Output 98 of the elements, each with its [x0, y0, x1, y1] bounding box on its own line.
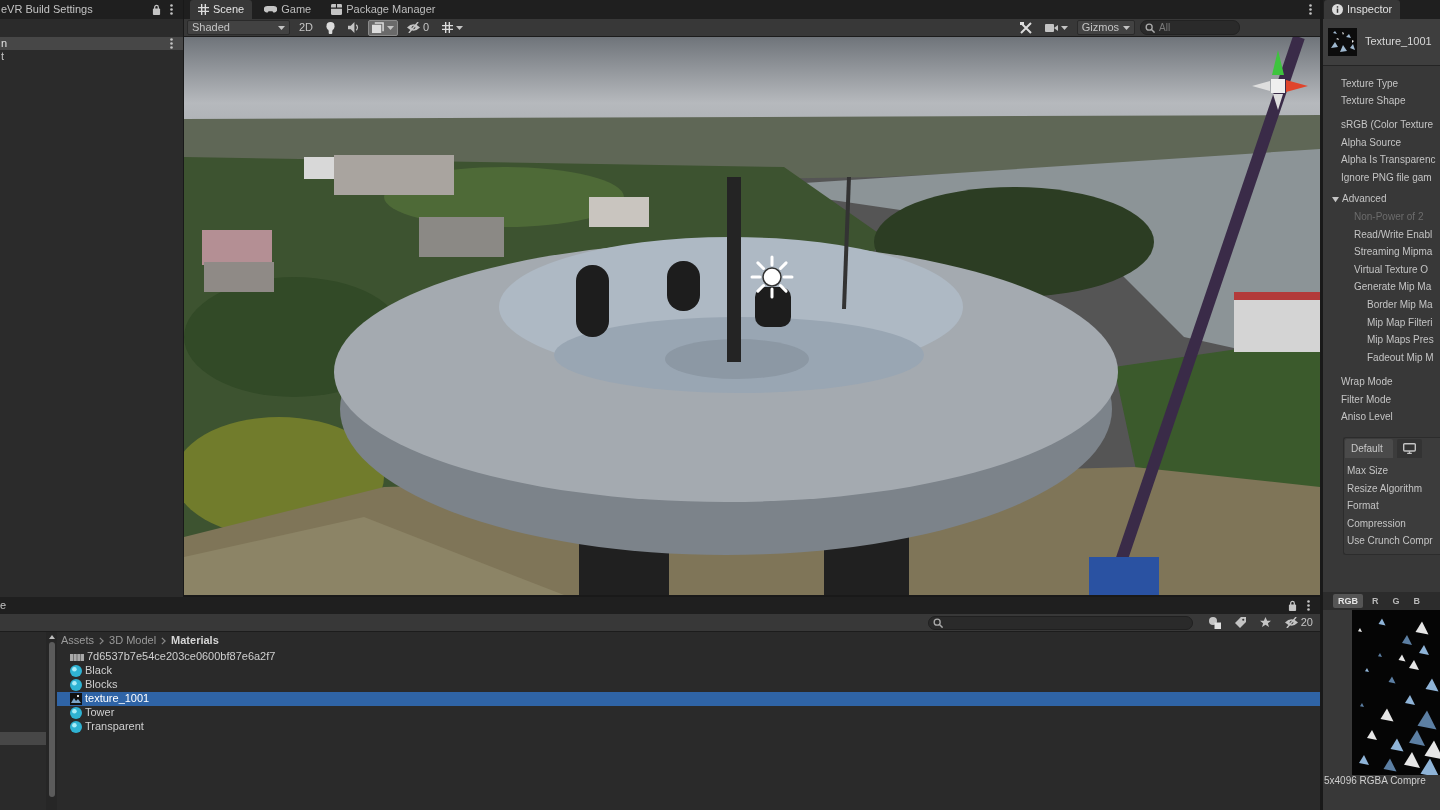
shapes-icon	[1208, 616, 1221, 629]
eye-slash-icon	[1284, 617, 1298, 628]
image-icon	[70, 693, 82, 705]
property-label: Virtual Texture O	[1354, 262, 1430, 277]
package-icon	[331, 4, 343, 15]
property-label: Use Crunch Compr	[1347, 534, 1434, 549]
editor-tab[interactable]: Package Manager	[323, 0, 444, 19]
striped-bar-icon	[70, 653, 84, 661]
property-label: Border Mip Ma	[1367, 297, 1434, 312]
property-label: Resize Algorithm	[1347, 481, 1424, 496]
property-label: Filter Mode	[1341, 392, 1392, 407]
scrollbar-thumb[interactable]	[48, 642, 55, 797]
property-label: Texture Shape	[1341, 94, 1407, 109]
more-options-icon[interactable]	[1309, 4, 1312, 15]
editor-tab[interactable]: Scene	[190, 0, 253, 19]
speaker-icon	[348, 22, 360, 33]
hierarchy-item[interactable]: t	[0, 50, 183, 63]
sphere-icon	[70, 707, 82, 719]
asset-item[interactable]: Transparent	[57, 720, 1320, 734]
lock-icon[interactable]	[1288, 600, 1297, 611]
layers-icon	[372, 22, 385, 33]
asset-name: Texture_1001	[1365, 35, 1432, 49]
property-label: Wrap Mode	[1341, 375, 1394, 390]
channel-toggle[interactable]: G	[1387, 594, 1405, 608]
search-icon	[932, 617, 943, 628]
sphere-icon	[70, 721, 82, 733]
property-label: Format	[1347, 499, 1380, 514]
property-label: Mip Map Filteri	[1367, 315, 1434, 330]
hidden-objects-toggle[interactable]: 0	[403, 19, 434, 36]
caret-down-icon	[456, 25, 464, 30]
property-label: Compression	[1347, 516, 1407, 531]
scrollbar-track[interactable]	[46, 632, 57, 810]
property-label: Alpha Is Transparenc	[1341, 153, 1437, 168]
more-options-icon[interactable]	[170, 4, 173, 15]
grid-icon	[198, 4, 209, 15]
gamepad-icon	[264, 5, 278, 14]
sphere-icon	[70, 679, 82, 691]
channel-toggle[interactable]: B	[1408, 594, 1425, 608]
asset-item[interactable]: texture_1001	[57, 692, 1320, 706]
inspector-tab[interactable]: Inspector	[1324, 0, 1401, 19]
scene-title: eVR Build Settings	[0, 2, 94, 17]
channel-toggle[interactable]: R	[1367, 594, 1384, 608]
asset-item[interactable]: Black	[57, 664, 1320, 678]
monitor-icon	[1403, 443, 1416, 455]
property-label: Read/Write Enabl	[1354, 227, 1434, 242]
caret-down-icon	[1060, 25, 1068, 30]
editor-tab[interactable]: Game	[256, 0, 320, 19]
asset-item[interactable]: 7d6537b7e54ce203ce0600bf87e6a2f7	[57, 650, 1320, 664]
gizmos-dropdown[interactable]: Gizmos	[1076, 20, 1135, 35]
platform-tab[interactable]: Default	[1345, 439, 1393, 459]
property-label: Streaming Mipma	[1354, 245, 1434, 260]
property-label: Mip Maps Pres	[1367, 333, 1435, 348]
lock-icon[interactable]	[152, 4, 161, 15]
property-label: Alpha Source	[1341, 135, 1403, 150]
texture-thumbnail-icon	[1328, 28, 1357, 56]
section-label: Advanced	[1342, 193, 1387, 206]
property-label: Ignore PNG file gam	[1341, 170, 1433, 185]
video-camera-icon	[1044, 22, 1058, 33]
mode-2d-toggle[interactable]: 2D	[295, 19, 318, 36]
crossed-tools-icon	[1019, 21, 1032, 34]
chevron-right-icon	[99, 637, 104, 645]
sphere-icon	[70, 665, 82, 677]
breadcrumb-link[interactable]: Materials	[171, 634, 219, 648]
property-label: Texture Type	[1341, 76, 1400, 91]
info-icon	[1332, 4, 1343, 15]
light-bulb-icon	[326, 21, 336, 34]
effects-toggle[interactable]	[368, 19, 399, 36]
property-label: Fadeout Mip M	[1367, 350, 1435, 365]
project-search-field[interactable]	[927, 615, 1193, 630]
caret-down-icon	[387, 25, 395, 30]
more-options-icon[interactable]	[1307, 600, 1310, 611]
property-label: sRGB (Color Texture	[1341, 118, 1435, 132]
hierarchy-item[interactable]: n	[0, 37, 183, 50]
chevron-right-icon	[161, 637, 167, 645]
asset-item[interactable]: Tower	[57, 706, 1320, 720]
property-label: Aniso Level	[1341, 410, 1394, 425]
eye-slash-icon	[407, 22, 421, 33]
foldout-arrow-icon[interactable]	[1332, 195, 1339, 203]
hidden-packages-toggle[interactable]: 20	[1280, 614, 1317, 631]
shading-mode-dropdown[interactable]: Shaded	[187, 20, 290, 35]
more-options-icon[interactable]	[170, 38, 173, 49]
tag-icon	[1234, 617, 1246, 628]
breadcrumb-link[interactable]: 3D Model	[109, 634, 157, 648]
grid-icon	[442, 22, 454, 33]
scroll-up-arrow-icon[interactable]	[48, 635, 55, 639]
caret-down-icon	[1123, 25, 1130, 30]
platform-tab[interactable]	[1397, 439, 1422, 459]
asset-item[interactable]: Blocks	[57, 678, 1320, 692]
scene-search-field[interactable]: All	[1140, 20, 1240, 35]
breadcrumb-link[interactable]: Assets	[61, 634, 94, 648]
channel-toggle[interactable]: RGB	[1333, 594, 1363, 608]
property-label: Generate Mip Ma	[1354, 280, 1433, 295]
property-label: Max Size	[1347, 464, 1390, 479]
sun-icon	[750, 255, 794, 299]
caret-down-icon	[278, 25, 285, 30]
search-icon	[1145, 23, 1155, 33]
star-icon	[1259, 617, 1271, 628]
texture-info-label: 5x4096 RGBA Compre	[1323, 775, 1427, 788]
